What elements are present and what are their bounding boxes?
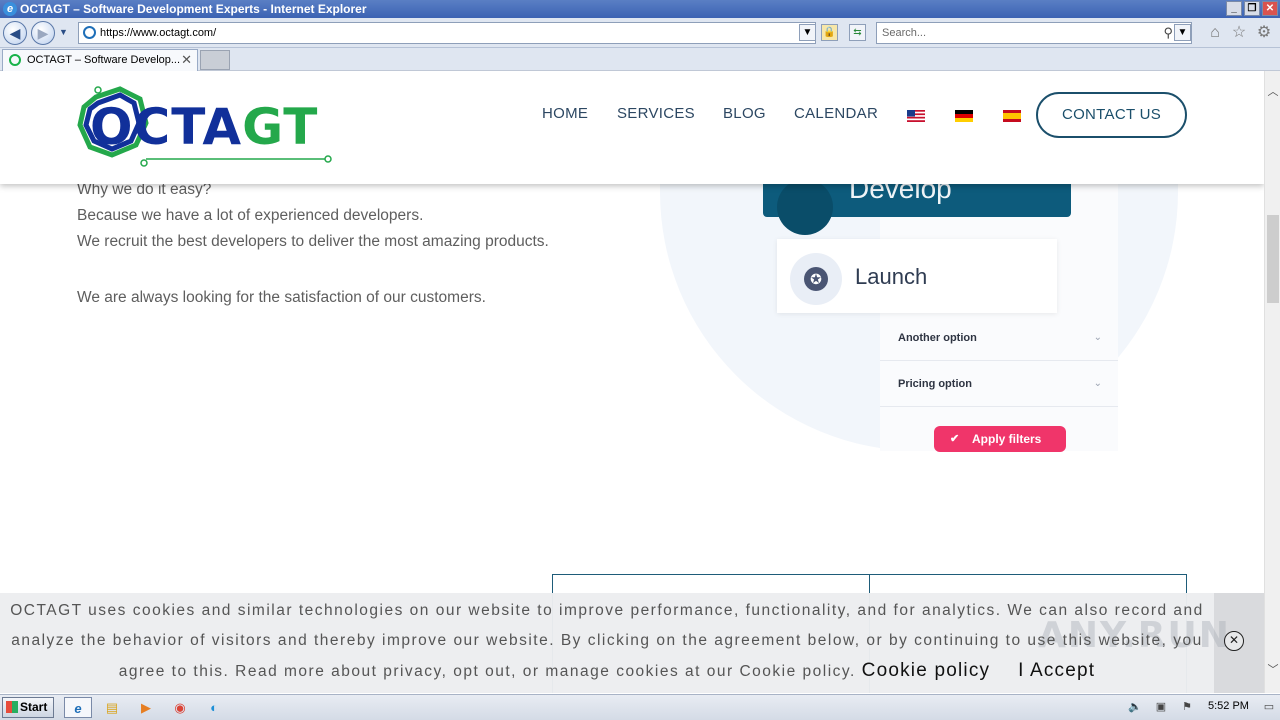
favorites-star-icon[interactable]: ☆ (1230, 24, 1248, 42)
cookie-policy-link[interactable]: Cookie policy (862, 660, 991, 681)
history-dropdown-icon[interactable]: ▼ (59, 27, 68, 37)
page-scrollbar[interactable]: ︿ ﹀ (1264, 71, 1280, 693)
taskbar-explorer-icon[interactable]: ▤ (98, 697, 126, 718)
cookie-text-line: agree to this. Read more about privacy, … (118, 663, 856, 680)
site-header: OCTAGT HOME SERVICES BLOG CALENDAR CONTA… (0, 71, 1264, 184)
apply-filters-graphic: ✔ Apply filters (934, 426, 1066, 452)
check-icon: ✔ (950, 433, 960, 445)
cookie-text-line: OCTAGT uses cookies and similar technolo… (10, 602, 1204, 619)
launch-card: ✪ Launch (777, 239, 1057, 313)
tray-volume-icon[interactable]: 🔈 (1128, 700, 1142, 714)
tab-title: OCTAGT – Software Develop... (27, 54, 181, 66)
ie-logo-icon: e (3, 2, 17, 16)
address-dropdown-icon[interactable]: ▼ (799, 24, 816, 41)
octagt-logo[interactable]: OCTAGT (76, 85, 336, 169)
content-line: We recruit the best developers to delive… (77, 233, 549, 250)
close-window-button[interactable]: ✕ (1262, 1, 1278, 16)
taskbar-media-player-icon[interactable]: ▶ (132, 697, 160, 718)
illustration-mask (920, 452, 1080, 482)
content-line: We are always looking for the satisfacti… (77, 289, 486, 306)
nav-services[interactable]: SERVICES (617, 105, 695, 122)
show-desktop-icon[interactable]: ▭ (1262, 700, 1276, 714)
chevron-down-icon: ⌄ (1093, 332, 1102, 343)
tab-close-icon[interactable]: ✕ (181, 50, 192, 70)
search-input[interactable]: Search... ⚲ (876, 22, 1192, 44)
tab-octagt[interactable]: OCTAGT – Software Develop... ✕ (2, 49, 198, 71)
apply-filters-label: Apply filters (972, 432, 1042, 446)
scroll-thumb[interactable] (1267, 215, 1279, 303)
windows-logo-icon (6, 701, 18, 713)
address-bar[interactable]: https://www.octagt.com/ (78, 22, 816, 44)
taskbar-ie-icon[interactable]: e (64, 697, 92, 718)
search-placeholder: Search... (882, 27, 927, 39)
cookie-banner: ANY.RUN OCTAGT uses cookies and similar … (0, 593, 1264, 693)
tab-strip: OCTAGT – Software Develop... ✕ (0, 48, 1280, 71)
taskbar-edge-icon[interactable]: ◐ (200, 697, 228, 718)
tab-favicon-icon (9, 54, 21, 66)
page-viewport: Develop ✪ Launch Another option ⌄ Pricin… (0, 71, 1264, 693)
scroll-down-icon[interactable]: ﹀ (1267, 663, 1279, 677)
search-dropdown-icon[interactable]: ▼ (1174, 24, 1191, 41)
contact-us-button[interactable]: CONTACT US (1036, 92, 1187, 138)
address-url: https://www.octagt.com/ (100, 27, 217, 39)
launch-label: Launch (855, 264, 928, 289)
lock-icon[interactable]: 🔒 (821, 24, 838, 41)
option-label: Pricing option (898, 378, 972, 390)
nav-home[interactable]: HOME (542, 105, 588, 122)
restore-button[interactable]: ❐ (1244, 1, 1260, 16)
option-row-another: Another option ⌄ (880, 315, 1118, 361)
windows-taskbar: Start e ▤ ▶ ◉ ◐ 🔈 ▣ ⚑ 5:52 PM ▭ (0, 694, 1280, 720)
logo-wordmark: OCTAGT (90, 98, 319, 156)
cookie-text-line-3: agree to this. Read more about privacy, … (0, 660, 1214, 682)
start-button[interactable]: Start (2, 697, 54, 718)
es-flag-icon[interactable] (1003, 110, 1021, 122)
window-title-bar: e OCTAGT – Software Development Experts … (0, 0, 1280, 18)
start-label: Start (20, 700, 48, 714)
develop-icon (777, 179, 833, 235)
settings-gear-icon[interactable]: ⚙ (1255, 24, 1273, 42)
refresh-icon[interactable]: ⇆ (849, 24, 866, 41)
search-icon[interactable]: ⚲ (1163, 23, 1173, 43)
launch-icon-wrap: ✪ (790, 253, 842, 305)
tray-flag-icon[interactable]: ⚑ (1180, 700, 1194, 714)
new-tab-button[interactable] (200, 50, 230, 70)
content-line: Because we have a lot of experienced dev… (77, 207, 424, 224)
scroll-up-icon[interactable]: ︿ (1267, 85, 1279, 99)
cookie-text-line: analyze the behavior of visitors and the… (11, 632, 1203, 649)
de-flag-icon[interactable] (955, 110, 973, 122)
accessibility-icon: ✪ (804, 267, 828, 291)
back-arrow-icon[interactable]: ◀ (3, 21, 27, 45)
window-title: OCTAGT – Software Development Experts - … (20, 2, 367, 16)
tray-network-icon[interactable]: ▣ (1154, 700, 1168, 714)
us-flag-icon[interactable] (907, 110, 925, 122)
option-label: Another option (898, 332, 977, 344)
clock[interactable]: 5:52 PM (1208, 700, 1249, 712)
taskbar-chrome-icon[interactable]: ◉ (166, 697, 194, 718)
close-cookie-icon[interactable]: ✕ (1224, 631, 1244, 651)
forward-arrow-icon[interactable]: ▶ (31, 21, 55, 45)
nav-calendar[interactable]: CALENDAR (794, 105, 878, 122)
minimize-button[interactable]: _ (1226, 1, 1242, 16)
accept-cookies-button[interactable]: I Accept (1018, 660, 1095, 681)
option-row-pricing: Pricing option ⌄ (880, 361, 1118, 407)
home-icon[interactable]: ⌂ (1206, 24, 1224, 42)
browser-toolbar: ◀ ▶ ▼ https://www.octagt.com/ ▼ 🔒 ⇆ Sear… (0, 18, 1280, 48)
site-favicon-icon (83, 26, 96, 39)
chevron-down-icon: ⌄ (1093, 378, 1102, 389)
nav-blog[interactable]: BLOG (723, 105, 766, 122)
